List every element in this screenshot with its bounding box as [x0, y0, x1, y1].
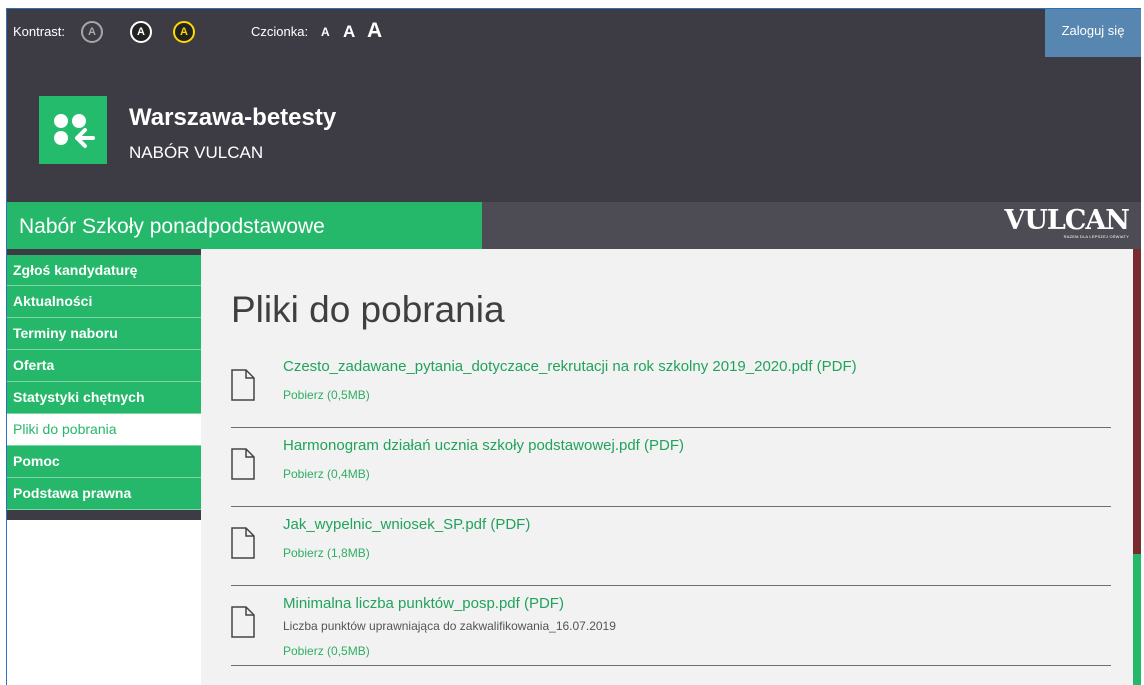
sidebar-item-statystyki[interactable]: Statystyki chętnych: [7, 382, 201, 414]
site-subtitle: NABÓR VULCAN: [129, 143, 264, 162]
document-icon: [231, 527, 255, 559]
file-item: Jak_wypelnic_wniosek_SP.pdf (PDF) Pobier…: [231, 507, 1111, 586]
sidebar-nav: Zgłoś kandydaturę Aktualności Terminy na…: [7, 255, 201, 510]
vendor-logo-word: VULCAN: [1004, 205, 1130, 236]
site-title[interactable]: Warszawa-betesty: [129, 104, 336, 132]
download-link[interactable]: Pobierz (1,8MB): [283, 546, 370, 560]
download-link[interactable]: Pobierz (0,5MB): [283, 644, 370, 658]
section-title: Nabór Szkoły ponadpodstawowe: [7, 202, 482, 249]
font-small-button[interactable]: A: [321, 25, 330, 39]
download-link[interactable]: Pobierz (0,4MB): [283, 467, 370, 481]
vendor-logo[interactable]: VULCAN RAZEM DLA LEPSZEJ OŚWIATY: [1004, 205, 1130, 239]
background-strip-green: [1133, 554, 1141, 685]
file-item: Harmonogram działań ucznia szkoły podsta…: [231, 428, 1111, 507]
main-content: Pliki do pobrania Czesto_zadawane_pytani…: [201, 249, 1133, 685]
document-icon: [231, 606, 255, 638]
contrast-high-button[interactable]: A: [130, 21, 152, 43]
sidebar-item-zglos-kandydature[interactable]: Zgłoś kandydaturę: [7, 255, 201, 286]
login-button[interactable]: Zaloguj się: [1045, 9, 1141, 57]
contrast-default-button[interactable]: A: [81, 21, 103, 43]
sidebar-item-aktualnosci[interactable]: Aktualności: [7, 286, 201, 318]
file-item: Minimalna liczba punktów_posp.pdf (PDF) …: [231, 586, 1111, 666]
file-link[interactable]: Jak_wypelnic_wniosek_SP.pdf (PDF): [283, 516, 530, 533]
sidebar-item-pliki-do-pobrania[interactable]: Pliki do pobrania: [7, 414, 201, 446]
file-item: Czesto_zadawane_pytania_dotyczace_rekrut…: [231, 349, 1111, 428]
contrast-label: Kontrast:: [13, 24, 66, 39]
document-icon: [231, 448, 255, 480]
page-title: Pliki do pobrania: [231, 289, 505, 330]
download-link[interactable]: Pobierz (0,5MB): [283, 388, 370, 402]
sidebar-item-oferta[interactable]: Oferta: [7, 350, 201, 382]
file-link[interactable]: Harmonogram działań ucznia szkoły podsta…: [283, 437, 684, 454]
sidebar-background: [7, 520, 201, 685]
document-icon: [231, 369, 255, 401]
app-logo-icon[interactable]: [39, 96, 107, 164]
font-size-label: Czcionka:: [251, 24, 309, 39]
file-link[interactable]: Czesto_zadawane_pytania_dotyczace_rekrut…: [283, 358, 857, 375]
contrast-yellow-button[interactable]: A: [173, 21, 195, 43]
sidebar-item-podstawa-prawna[interactable]: Podstawa prawna: [7, 478, 201, 510]
file-list: Czesto_zadawane_pytania_dotyczace_rekrut…: [231, 349, 1111, 666]
accessibility-bar: Kontrast: A A A Czcionka: A A A Zaloguj …: [7, 9, 1141, 57]
font-large-button[interactable]: A: [367, 19, 382, 43]
file-description: Liczba punktów uprawniająca do zakwalifi…: [283, 619, 616, 633]
sidebar-item-terminy-naboru[interactable]: Terminy naboru: [7, 318, 201, 350]
sidebar-item-pomoc[interactable]: Pomoc: [7, 446, 201, 478]
page-frame: Kontrast: A A A Czcionka: A A A Zaloguj …: [6, 8, 1141, 685]
app-logo-glyph: [54, 114, 95, 148]
font-medium-button[interactable]: A: [343, 22, 355, 42]
file-link[interactable]: Minimalna liczba punktów_posp.pdf (PDF): [283, 595, 564, 612]
